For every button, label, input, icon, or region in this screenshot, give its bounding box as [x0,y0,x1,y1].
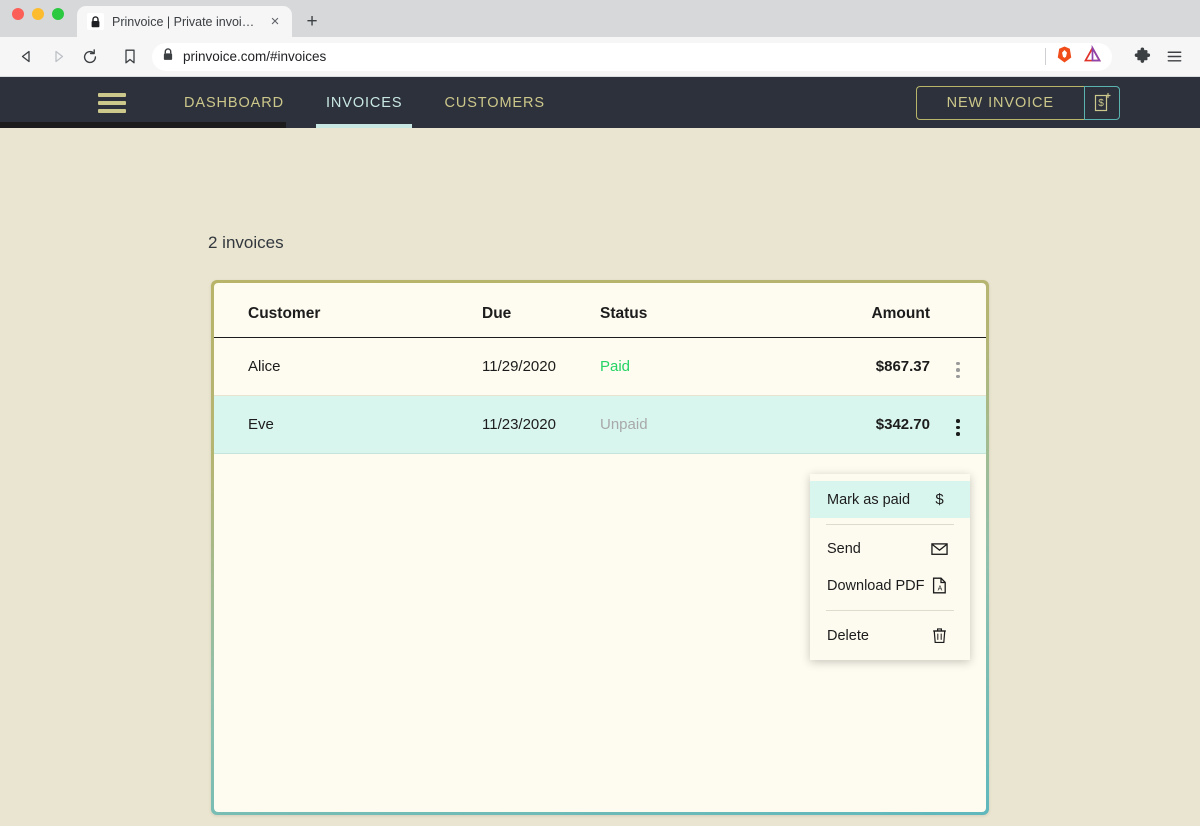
status-badge: Unpaid [600,415,648,433]
svg-text:A: A [937,586,942,593]
new-invoice-group: NEW INVOICE $ [915,85,1120,120]
menu-separator [826,610,954,611]
cell-due: 11/23/2020 [482,395,600,453]
url-text: prinvoice.com/#invoices [183,49,327,64]
menu-item-mark-as-paid[interactable]: Mark as paid $ [810,481,970,518]
cell-amount: $342.70 [800,395,930,453]
nav-item-dashboard[interactable]: DASHBOARD [174,77,294,128]
cell-actions [930,338,986,396]
document-dollar-plus-icon[interactable]: $ [1084,85,1120,120]
table-header-row: Customer Due Status Amount [214,283,986,338]
row-menu-kebab-icon[interactable] [948,359,968,381]
nav-item-invoices[interactable]: INVOICES [315,77,413,128]
menu-item-label: Mark as paid [827,491,911,508]
new-tab-button[interactable]: + [298,7,326,35]
menu-item-label: Download PDF [827,577,925,594]
brave-lion-icon[interactable] [1055,45,1074,69]
address-bar[interactable]: prinvoice.com/#invoices [152,42,1112,71]
menu-item-label: Send [827,541,861,557]
puzzle-icon[interactable] [1126,41,1158,73]
svg-text:$: $ [935,491,944,508]
table-row[interactable]: Eve 11/23/2020 Unpaid $342.70 [214,395,986,453]
cell-due: 11/29/2020 [482,357,556,375]
cell-actions [930,395,986,453]
lock-icon [87,13,104,30]
column-header-actions [930,283,986,338]
menu-item-label: Delete [827,627,869,644]
column-header-status[interactable]: Status [600,283,800,338]
column-header-due[interactable]: Due [482,283,600,338]
minimize-window-button[interactable] [32,7,44,20]
new-invoice-button[interactable]: NEW INVOICE [915,85,1084,120]
omnibox-actions [1045,44,1102,69]
nav-item-customers[interactable]: CUSTOMERS [434,77,554,128]
pdf-file-icon: A [930,577,948,594]
forward-button[interactable] [42,41,74,73]
browser-toolbar: prinvoice.com/#invoices [0,37,1200,77]
hamburger-icon[interactable] [98,92,126,113]
menu-item-delete[interactable]: Delete [810,617,970,654]
site-security-lock-icon [162,47,174,66]
maximize-window-button[interactable] [52,7,64,20]
invoice-count-label: 2 invoices [208,233,284,252]
invoices-table: Customer Due Status Amount Alice 11/29/2… [214,283,986,454]
app-navbar: DASHBOARD INVOICES CUSTOMERS NEW INVOICE… [0,77,1200,128]
svg-text:$: $ [1098,98,1104,109]
main-nav: DASHBOARD INVOICES CUSTOMERS [174,77,577,128]
table-body: Alice 11/29/2020 Paid $867.37 Eve 11/23/… [214,338,986,453]
menu-item-download-pdf[interactable]: Download PDF A [810,567,970,604]
column-header-amount[interactable]: Amount [800,283,930,338]
close-tab-button[interactable]: × [266,13,284,31]
reload-button[interactable] [74,41,106,73]
browser-window: Prinvoice | Private invoicing × + prinvo… [0,0,1200,826]
cell-status: Paid [600,338,800,396]
trash-icon [930,627,948,644]
web-app: DASHBOARD INVOICES CUSTOMERS NEW INVOICE… [0,77,1200,826]
back-button[interactable] [10,41,42,73]
horizontal-scrollbar[interactable] [0,122,286,128]
menu-separator [826,524,954,525]
envelope-icon [930,542,948,556]
menu-item-send[interactable]: Send [810,531,970,567]
row-menu-kebab-icon[interactable] [948,417,968,439]
table-head: Customer Due Status Amount [214,283,986,338]
browser-tab[interactable]: Prinvoice | Private invoicing × [77,6,292,37]
dollar-icon: $ [930,491,948,508]
bookmark-icon[interactable] [114,41,146,73]
column-header-customer[interactable]: Customer [214,283,482,338]
omnibox-divider [1045,48,1046,65]
row-context-menu: Mark as paid $ Send Download PDF A Delet… [810,474,970,660]
close-window-button[interactable] [12,7,24,20]
window-controls [12,0,64,37]
table-row[interactable]: Alice 11/29/2020 Paid $867.37 [214,338,986,396]
cell-customer: Alice [248,357,281,375]
triangle-icon[interactable] [1083,44,1102,69]
cell-amount: $867.37 [875,357,930,375]
status-badge: Paid [600,357,631,375]
cell-status: Unpaid [600,395,800,453]
tab-strip: Prinvoice | Private invoicing × + [0,0,1200,37]
cell-customer: Eve [214,395,482,453]
browser-menu-button[interactable] [1158,41,1190,73]
tab-title: Prinvoice | Private invoicing [112,14,258,29]
